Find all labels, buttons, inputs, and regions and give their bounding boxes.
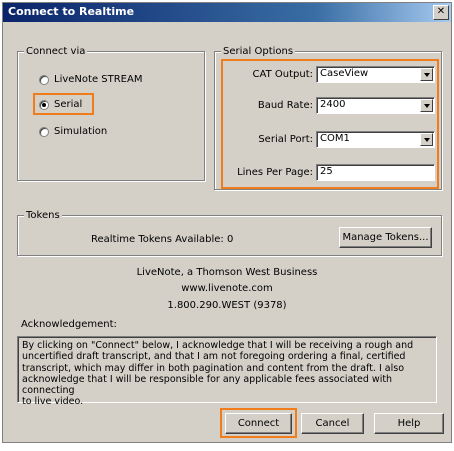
radio-label: Simulation <box>54 126 108 137</box>
cat-output-label: CAT Output: <box>252 69 313 80</box>
ack-line: acknowledge that I will be responsible f… <box>22 373 393 397</box>
ack-line: uncertified draft transcript, and that I… <box>22 351 406 363</box>
lines-per-page-value: 25 <box>320 166 333 177</box>
company-phone: 1.800.290.WEST (9378) <box>167 300 287 311</box>
cat-output-value: CaseView <box>320 68 369 79</box>
ack-line: By clicking on "Connect" below, I acknow… <box>22 340 414 351</box>
radio-simulation[interactable]: Simulation <box>39 126 107 137</box>
tokens-legend: Tokens <box>24 209 62 222</box>
cancel-button[interactable]: Cancel <box>301 413 364 434</box>
chevron-down-icon[interactable] <box>420 99 433 112</box>
chevron-down-icon[interactable] <box>420 68 433 81</box>
help-button[interactable]: Help <box>374 413 444 434</box>
cat-output-select[interactable]: CaseView <box>316 66 435 83</box>
connect-via-group: Connect via <box>17 45 205 181</box>
baud-rate-select[interactable]: 2400 <box>316 97 435 114</box>
lines-per-page-input[interactable]: 25 <box>316 164 435 181</box>
company-name: LiveNote, a Thomson West Business <box>136 267 318 278</box>
acknowledgement-text: By clicking on "Connect" below, I acknow… <box>17 336 437 407</box>
serial-options-legend: Serial Options <box>221 45 296 58</box>
radio-livenote-stream[interactable]: LiveNote STREAM <box>39 74 142 85</box>
acknowledgement-label: Acknowledgement: <box>21 319 117 330</box>
serial-highlight <box>33 93 94 115</box>
lines-per-page-label: Lines Per Page: <box>237 167 313 178</box>
title-bar: Connect to Realtime ✕ <box>3 3 451 22</box>
ack-line: transcript, which may differ in both pag… <box>22 362 405 374</box>
serial-port-value: COM1 <box>320 133 350 144</box>
baud-rate-value: 2400 <box>320 99 346 110</box>
company-website: www.livenote.com <box>181 283 273 294</box>
serial-port-label: Serial Port: <box>258 134 313 145</box>
connect-dialog: Connect to Realtime ✕ Connect via LiveNo… <box>2 2 452 443</box>
baud-rate-label: Baud Rate: <box>257 100 313 111</box>
close-icon: ✕ <box>436 6 446 17</box>
tokens-available-text: Realtime Tokens Available: 0 <box>91 234 234 245</box>
connect-via-legend: Connect via <box>24 45 88 58</box>
window-title: Connect to Realtime <box>8 5 135 18</box>
radio-circle <box>39 126 49 137</box>
radio-label: LiveNote STREAM <box>54 74 143 85</box>
radio-circle <box>39 74 49 85</box>
chevron-down-icon[interactable] <box>420 133 433 146</box>
manage-tokens-button[interactable]: Manage Tokens... <box>339 227 432 248</box>
ack-line: to live video. <box>22 396 84 408</box>
serial-port-select[interactable]: COM1 <box>316 131 435 148</box>
connect-button[interactable]: Connect <box>225 413 292 434</box>
close-button[interactable]: ✕ <box>433 5 449 20</box>
